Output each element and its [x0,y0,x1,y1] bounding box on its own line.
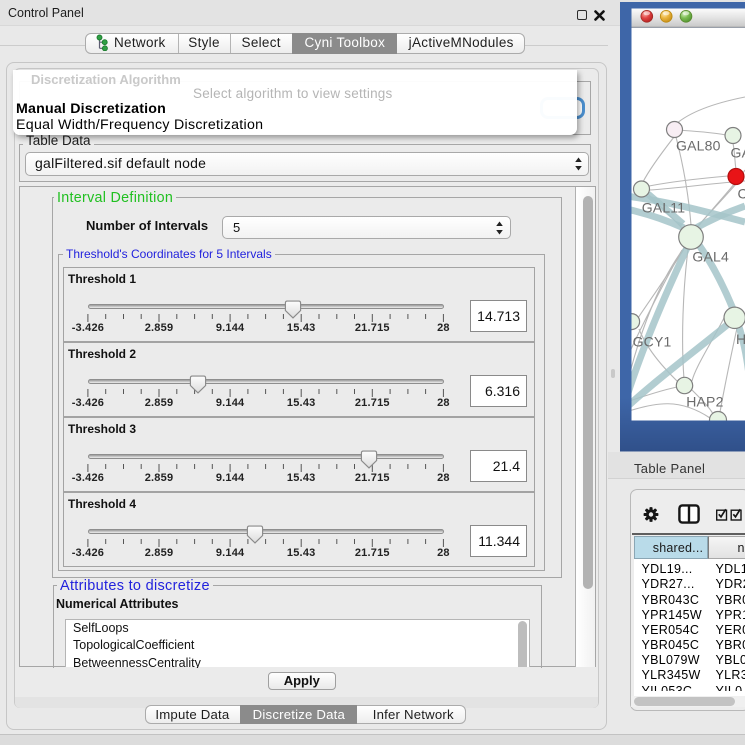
svg-text:GAL4: GAL4 [692,249,729,265]
svg-text:HAP2: HAP2 [686,394,723,410]
svg-text:H: H [736,331,745,347]
svg-text:GAL80: GAL80 [676,138,721,154]
svg-text:GCY1: GCY1 [633,334,672,350]
svg-text:GAL11: GAL11 [642,200,686,216]
svg-text:GA: GA [731,145,745,161]
svg-text:C: C [738,186,745,202]
